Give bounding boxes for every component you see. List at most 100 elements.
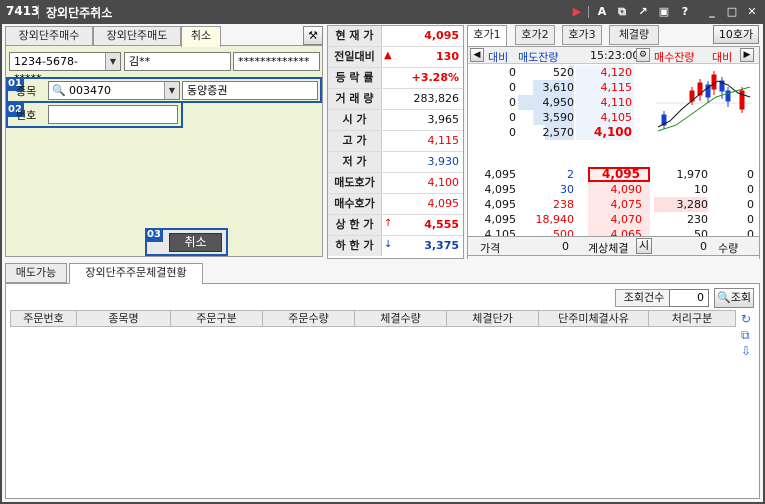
ten-hoga-button[interactable]: 10호가: [713, 25, 759, 44]
chevron-down-icon[interactable]: ▼: [164, 82, 179, 99]
account-select[interactable]: 1234-5678-***** ▼: [9, 52, 121, 85]
info-row: 매도호가 4,100: [328, 173, 463, 194]
popout-icon[interactable]: ↗: [636, 5, 650, 19]
info-value: 283,826: [413, 92, 460, 105]
font-icon[interactable]: A: [595, 5, 609, 19]
stock-code-input[interactable]: 🔍 003470 ▼: [48, 81, 180, 100]
col-unfilled-reason[interactable]: 단주미체결사유: [539, 311, 649, 327]
cancel-step-tag: 03: [145, 228, 163, 242]
moving-average-line-long: [657, 86, 751, 132]
count-label: 조회건수: [615, 289, 673, 307]
buy-row: 4,095 18,940 4,070 230 0: [468, 212, 761, 227]
chevron-down-icon[interactable]: ▼: [105, 53, 120, 70]
tab-cancel[interactable]: 취소: [181, 26, 221, 47]
buy-diff: 0: [747, 198, 754, 211]
close-icon[interactable]: ✕: [745, 5, 759, 19]
prev-icon[interactable]: ◀: [470, 48, 484, 62]
col-exec-qty[interactable]: 체결수량: [355, 311, 447, 327]
tab-sellable[interactable]: 매도가능: [5, 263, 67, 283]
tab-hoga1[interactable]: 호가1: [467, 25, 507, 46]
header-buy-qty: 매수잔량: [654, 51, 695, 64]
next-icon[interactable]: ▶: [740, 48, 754, 62]
stock-label: 종목: [16, 85, 37, 98]
buy-price[interactable]: 4,075: [588, 197, 650, 212]
sell-price[interactable]: 4,110: [576, 95, 634, 110]
col-exec-price[interactable]: 체결단가: [447, 311, 539, 327]
tool-icon[interactable]: ⚒: [303, 26, 323, 45]
info-label: 저 가: [328, 152, 382, 172]
tab-order-status[interactable]: 장외단주주문체결현황: [69, 263, 203, 284]
sell-qty: 3,610: [518, 80, 574, 95]
search-icon[interactable]: 🔍: [52, 82, 66, 99]
info-label: 상 한 가: [328, 215, 382, 235]
search-button-label: 조회: [730, 291, 751, 304]
sell-diff: 0: [509, 111, 516, 124]
info-arrow: ↑: [384, 218, 393, 229]
buy-price[interactable]: 4,070: [588, 212, 650, 227]
buy-diff: 0: [747, 168, 754, 181]
info-label: 매수호가: [328, 194, 382, 214]
exec-qty: 2: [567, 168, 574, 181]
exec-price: 4,095: [484, 198, 517, 211]
order-number-label: 번호: [16, 109, 37, 122]
info-row: 매수호가 4,095: [328, 194, 463, 215]
calc-footer: 가격 0 계상체결 시 0 수량: [467, 236, 760, 256]
calc-qty-label: 수량: [718, 242, 739, 255]
refresh-icon[interactable]: ↻: [741, 312, 751, 326]
tab-otc-sell[interactable]: 장외단주매도: [93, 26, 181, 46]
exec-price: 4,095: [484, 213, 517, 226]
col-order-no[interactable]: 주문번호: [11, 311, 77, 327]
grid-body: [10, 327, 736, 495]
maximize-icon[interactable]: □: [725, 5, 739, 19]
link-icon[interactable]: ⧉: [615, 5, 629, 19]
stock-name-field: 동양증권: [182, 81, 318, 100]
sell-price[interactable]: 4,100: [576, 125, 634, 140]
buy-row: 4,095 30 4,090 10 0: [468, 182, 761, 197]
sell-price[interactable]: 4,105: [576, 110, 634, 125]
lock-icon[interactable]: ⚙: [636, 48, 650, 62]
buy-price[interactable]: 4,095: [588, 167, 650, 182]
info-label: 현 재 가: [328, 26, 382, 46]
header-diff2: 대비: [712, 51, 733, 64]
sell-price[interactable]: 4,115: [576, 80, 634, 95]
col-order-qty[interactable]: 주문수량: [263, 311, 355, 327]
tab-executions[interactable]: 체결량: [609, 25, 659, 45]
tab-hoga3[interactable]: 호가3: [562, 25, 602, 45]
header-sell-qty: 매도잔량: [518, 51, 559, 64]
order-book-header: ◀ 대비 매도잔량 15:23:00 ⚙ 매수잔량 대비 ▶: [468, 47, 759, 64]
info-arrow: ↓: [384, 239, 393, 250]
info-arrow: ▲: [384, 50, 392, 61]
cancel-button[interactable]: 취소: [169, 233, 222, 252]
help-icon[interactable]: ?: [678, 5, 692, 19]
search-button[interactable]: 🔍조회: [714, 288, 754, 308]
info-label: 고 가: [328, 131, 382, 151]
col-process-type[interactable]: 처리구분: [649, 311, 735, 327]
sell-diff: 0: [509, 81, 516, 94]
calc-mode-button[interactable]: 시: [636, 238, 652, 254]
play-icon[interactable]: ▶: [570, 5, 584, 19]
buy-diff: 0: [747, 183, 754, 196]
col-stock-name[interactable]: 종목명: [77, 311, 171, 327]
count-field: 0: [669, 289, 709, 307]
scroll-down-icon[interactable]: ⇩: [741, 344, 751, 358]
exec-qty: 18,940: [535, 213, 575, 226]
buy-price[interactable]: 4,090: [588, 182, 650, 197]
info-row: 현 재 가 4,095: [328, 26, 463, 47]
sell-price[interactable]: 4,120: [576, 65, 634, 80]
copy-window-icon[interactable]: ▣: [657, 5, 671, 19]
tab-otc-buy[interactable]: 장외단주매수: [5, 26, 93, 46]
order-number-input[interactable]: [48, 105, 178, 124]
password-field[interactable]: *************: [233, 52, 320, 71]
buy-qty: 230: [687, 213, 708, 226]
tab-hoga2[interactable]: 호가2: [515, 25, 555, 45]
calc-qty: 0: [700, 240, 707, 253]
export-icon[interactable]: ⧉: [741, 328, 750, 343]
buy-diff: 0: [747, 213, 754, 226]
minimize-icon[interactable]: _: [705, 5, 719, 19]
exec-price: 4,095: [484, 168, 517, 181]
order-panel: 1234-5678-***** ▼ 김** ************* 01 종…: [5, 45, 323, 257]
col-order-type[interactable]: 주문구분: [171, 311, 263, 327]
info-label: 거 래 량: [328, 89, 382, 109]
buy-levels: 4,095 2 4,095 1,970 0 4,095 30 4,090 10 …: [468, 167, 759, 243]
info-row: 하 한 가 ↓ 3,375: [328, 236, 463, 257]
